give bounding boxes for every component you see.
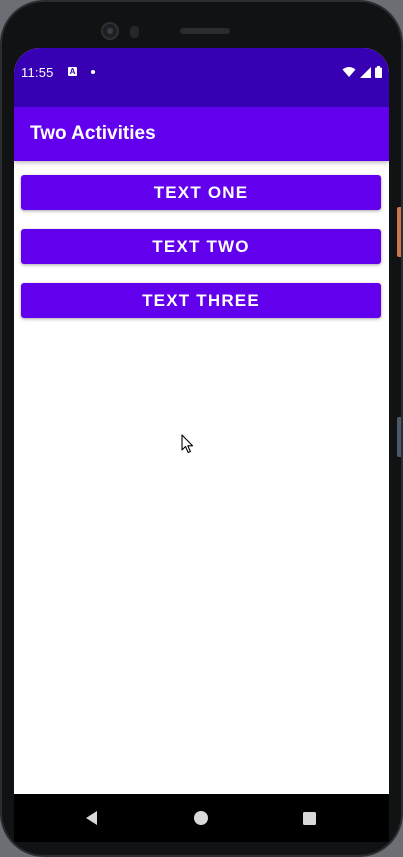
- app-title: Two Activities: [30, 123, 156, 144]
- back-icon[interactable]: [82, 808, 102, 828]
- proximity-sensor: [130, 26, 139, 38]
- text-one-button[interactable]: TEXT ONE: [21, 175, 381, 210]
- power-button: [397, 417, 401, 457]
- navigation-bar: [14, 794, 389, 842]
- app-bar: Two Activities: [14, 107, 389, 161]
- text-three-button[interactable]: TEXT THREE: [21, 283, 381, 318]
- volume-button: [397, 207, 401, 257]
- mouse-pointer-icon: [181, 434, 195, 459]
- status-icons: [342, 65, 382, 79]
- home-icon[interactable]: [191, 808, 211, 828]
- wifi-icon: [342, 66, 356, 78]
- notification-a-icon: A: [68, 67, 77, 76]
- battery-icon: [375, 66, 382, 78]
- status-time: 11:55: [21, 65, 54, 80]
- earpiece-speaker: [180, 28, 230, 34]
- button-list: TEXT ONE TEXT TWO TEXT THREE: [14, 161, 389, 337]
- signal-icon: [360, 66, 371, 78]
- text-two-button[interactable]: TEXT TWO: [21, 229, 381, 264]
- screen: 11:55 A Two Activities TEXT ONE TEXT TWO: [14, 48, 389, 794]
- status-bar: 11:55 A: [14, 48, 389, 107]
- recents-icon[interactable]: [299, 808, 319, 828]
- notification-dot-icon: [91, 70, 95, 74]
- phone-frame: 11:55 A Two Activities TEXT ONE TEXT TWO: [0, 0, 403, 857]
- front-camera: [101, 22, 119, 40]
